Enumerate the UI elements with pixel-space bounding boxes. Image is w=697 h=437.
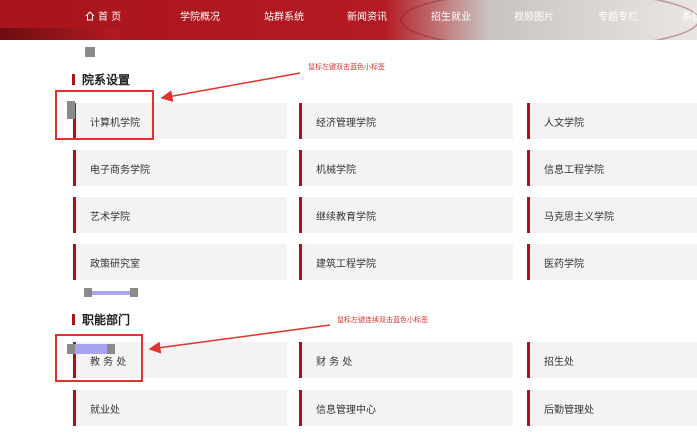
annotation-arrow: [160, 72, 301, 103]
section-title-departments: 院系设置: [72, 71, 130, 88]
cell-dept-8[interactable]: 继续教育学院: [299, 197, 513, 233]
nav-item-admissions[interactable]: 招生就业: [431, 8, 471, 23]
drag-handle[interactable]: [84, 288, 92, 297]
nav-item-media[interactable]: 视频图片: [514, 8, 554, 23]
nav-item-home[interactable]: 首 页: [85, 8, 121, 23]
cell-office-3[interactable]: 招生处: [527, 342, 697, 378]
nav-item-sites[interactable]: 站群系统: [264, 8, 304, 23]
drag-handle[interactable]: [130, 288, 138, 297]
annotation-highlight-box: [55, 90, 154, 140]
home-icon: [85, 11, 95, 21]
cell-dept-3[interactable]: 人文学院: [527, 103, 697, 139]
section-title-functional-units: 职能部门: [72, 311, 130, 328]
cell-dept-6[interactable]: 信息工程学院: [527, 150, 697, 186]
cell-dept-12[interactable]: 医药学院: [527, 244, 697, 280]
main-nav: 首 页 学院概况 站群系统 新闻资讯 招生就业 视频图片 专题专栏 系统: [0, 0, 697, 30]
cell-office-2[interactable]: 财 务 处: [299, 342, 513, 378]
cell-dept-9[interactable]: 马克思主义学院: [527, 197, 697, 233]
cell-office-4[interactable]: 就业处: [73, 390, 287, 426]
cell-dept-11[interactable]: 建筑工程学院: [299, 244, 513, 280]
drag-handle[interactable]: [85, 47, 95, 57]
cell-dept-10[interactable]: 政策研究室: [73, 244, 287, 280]
annotation-highlight-box: [55, 334, 143, 382]
title-accent-bar: [72, 74, 75, 85]
title-accent-bar: [72, 314, 75, 325]
annotation-note: 鼠标左键双击蓝色小标签: [308, 63, 385, 71]
cell-office-5[interactable]: 信息管理中心: [299, 390, 513, 426]
section-title-label: 职能部门: [82, 313, 131, 327]
section-title-label: 院系设置: [82, 73, 131, 87]
cell-dept-5[interactable]: 机械学院: [299, 150, 513, 186]
nav-item-label: 首 页: [98, 12, 122, 23]
cell-dept-7[interactable]: 艺术学院: [73, 197, 287, 233]
nav-item-topics[interactable]: 专题专栏: [598, 8, 638, 23]
cell-dept-4[interactable]: 电子商务学院: [73, 150, 287, 186]
nav-item-about[interactable]: 学院概况: [180, 8, 220, 23]
blue-tag[interactable]: [92, 291, 130, 295]
nav-item-news[interactable]: 新闻资讯: [347, 8, 387, 23]
annotation-note: 鼠标左键连续双击蓝色小标签: [337, 316, 428, 324]
cell-dept-2[interactable]: 经济管理学院: [299, 103, 513, 139]
nav-item-system[interactable]: 系统: [682, 8, 697, 23]
top-banner: 首 页 学院概况 站群系统 新闻资讯 招生就业 视频图片 专题专栏 系统: [0, 0, 697, 40]
cell-office-6[interactable]: 后勤管理处: [527, 390, 697, 426]
